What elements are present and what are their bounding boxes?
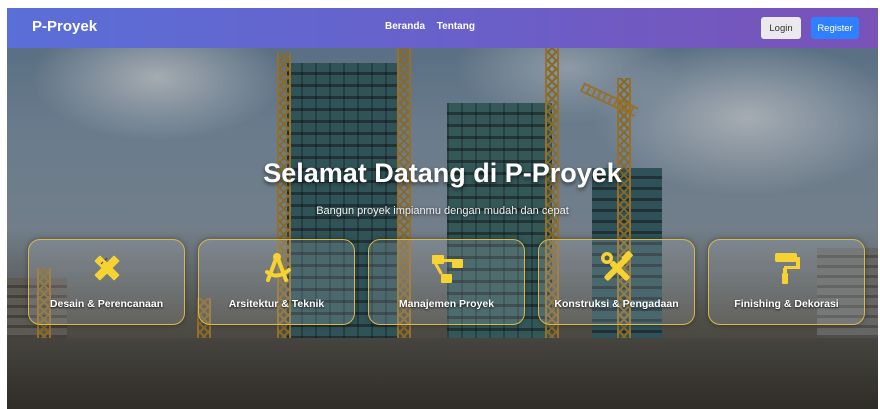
paint-roller-icon bbox=[709, 250, 864, 286]
service-card-konstruksi[interactable]: Konstruksi & Pengadaan bbox=[538, 239, 695, 325]
service-card-label: Finishing & Dekorasi bbox=[734, 298, 839, 310]
service-card-manajemen[interactable]: Manajemen Proyek bbox=[368, 239, 525, 325]
hero-subtitle: Bangun proyek impianmu dengan mudah dan … bbox=[316, 205, 569, 217]
service-card-arsitektur[interactable]: Arsitektur & Teknik bbox=[198, 239, 355, 325]
page-frame: P-Proyek Beranda Tentang Login Register … bbox=[7, 8, 878, 409]
service-card-label: Desain & Perencanaan bbox=[49, 298, 164, 310]
nav-link-beranda[interactable]: Beranda bbox=[385, 21, 425, 32]
service-card-label: Arsitektur & Teknik bbox=[228, 298, 325, 310]
service-cards: Desain & Perencanaan Arsitektur & Teknik bbox=[28, 239, 870, 325]
compass-drafting-icon bbox=[199, 250, 354, 286]
login-button[interactable]: Login bbox=[761, 17, 801, 39]
service-card-desain[interactable]: Desain & Perencanaan bbox=[28, 239, 185, 325]
hero-title: Selamat Datang di P-Proyek bbox=[263, 158, 622, 188]
tools-icon bbox=[539, 250, 694, 286]
service-card-label: Manajemen Proyek bbox=[398, 298, 495, 310]
nav-links: Beranda Tentang bbox=[385, 21, 484, 32]
nav-link-tentang[interactable]: Tentang bbox=[437, 21, 475, 32]
project-diagram-icon bbox=[369, 250, 524, 286]
pencil-ruler-icon bbox=[29, 250, 184, 286]
service-card-finishing[interactable]: Finishing & Dekorasi bbox=[708, 239, 865, 325]
service-card-label: Konstruksi & Pengadaan bbox=[554, 298, 679, 310]
brand-logo[interactable]: P-Proyek bbox=[32, 18, 97, 35]
navbar: P-Proyek Beranda Tentang Login Register bbox=[7, 8, 878, 48]
register-button[interactable]: Register bbox=[811, 17, 859, 39]
